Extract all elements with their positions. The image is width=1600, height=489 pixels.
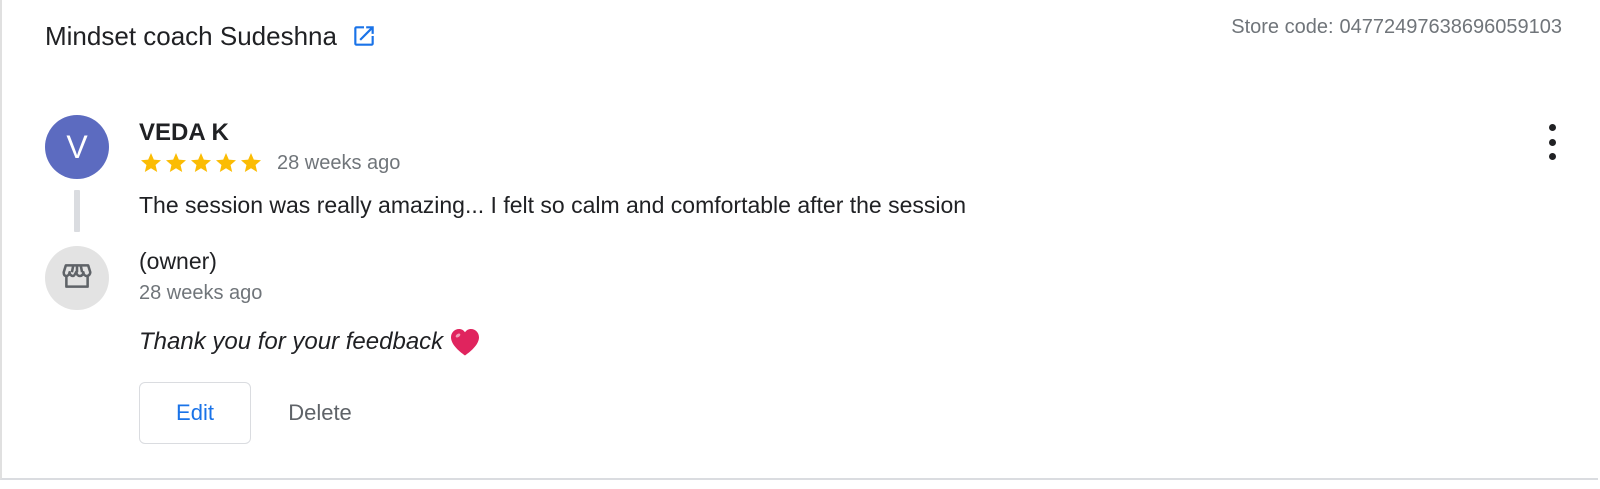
star-icon (164, 151, 188, 175)
delete-button[interactable]: Delete (270, 382, 370, 444)
review-text: The session was really amazing... I felt… (139, 192, 967, 218)
card-header: Mindset coach Sudeshna Store code: 047724… (45, 16, 1562, 54)
thread-connector (74, 190, 80, 232)
reply-text-row: Thank you for your feedback (139, 327, 481, 357)
more-dot (1548, 124, 1556, 131)
reply-timestamp: 28 weeks ago (139, 282, 263, 304)
open-in-new-icon[interactable] (351, 23, 377, 49)
red-heart-emoji (449, 327, 481, 357)
reviewer-name: VEDA K (139, 119, 229, 146)
more-dot (1548, 153, 1556, 160)
edit-button[interactable]: Edit (139, 382, 251, 444)
storefront-icon (60, 259, 94, 298)
rating-row: 28 weeks ago (139, 151, 400, 175)
business-name: Mindset coach Sudeshna (45, 20, 337, 51)
star-icon (189, 151, 213, 175)
star-icon (214, 151, 238, 175)
star-icon (239, 151, 263, 175)
store-code-value: 04772497638696059103 (1339, 15, 1562, 38)
star-rating (139, 151, 263, 175)
reply-text: Thank you for your feedback (139, 328, 444, 355)
review-card: Mindset coach Sudeshna Store code: 047724… (0, 0, 1598, 480)
store-code-label: Store code: (1231, 15, 1334, 38)
business-title: Mindset coach Sudeshna (45, 21, 377, 52)
owner-avatar (45, 246, 109, 310)
star-icon (139, 151, 163, 175)
avatar-initial: V (66, 128, 88, 165)
review-timestamp: 28 weeks ago (277, 151, 401, 174)
more-dot (1548, 138, 1556, 146)
owner-label: (owner) (139, 248, 217, 274)
more-vert-icon[interactable] (1542, 124, 1562, 160)
reviewer-avatar: V (45, 115, 109, 179)
store-code: Store code: 04772497638696059103 (1231, 16, 1562, 39)
